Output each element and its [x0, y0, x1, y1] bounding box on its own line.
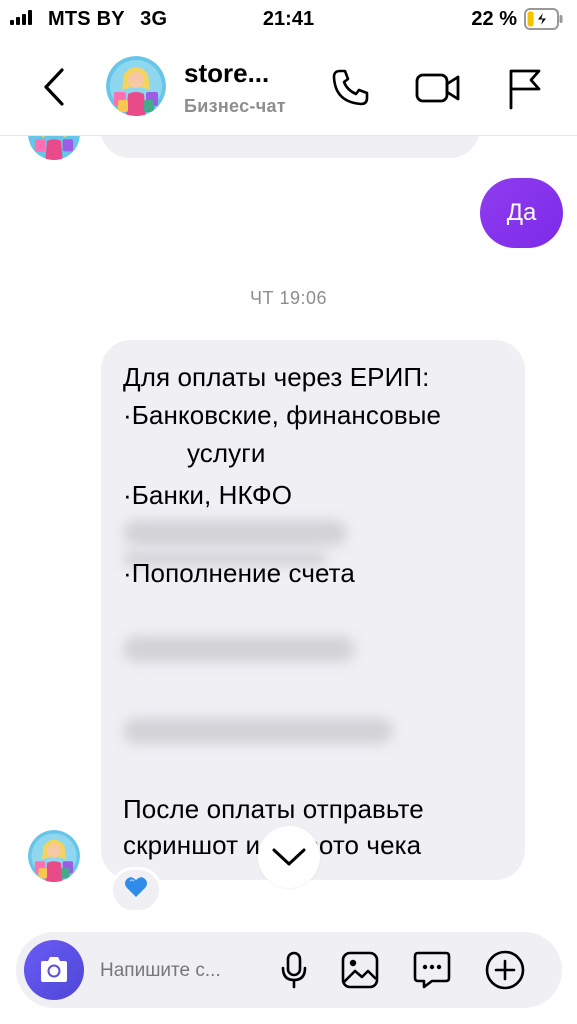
camera-icon [41, 957, 67, 982]
incoming-message[interactable]: Для оплаты через ЕРИП: ·Банковские, фина… [101, 340, 525, 880]
gallery-button[interactable] [336, 946, 384, 994]
microphone-icon [281, 951, 307, 989]
message-line: После оплаты отправьте [123, 794, 424, 824]
more-options-button[interactable] [481, 946, 529, 994]
message-timestamp: ЧТ 19:06 [249, 288, 328, 308]
battery-percent: 22 % [471, 8, 517, 30]
message-line: ·Банковские, финансовые [123, 400, 442, 430]
message-line: ·Пополнение счета [123, 558, 355, 588]
previous-message-bubble [100, 136, 480, 158]
message-line: услуги [187, 438, 266, 468]
avatar[interactable] [28, 830, 80, 882]
sticker-button[interactable] [408, 946, 456, 994]
chevron-down-icon [272, 848, 306, 866]
message-composer [16, 932, 562, 1008]
flag-icon [509, 69, 541, 110]
outgoing-message-text: Да [506, 199, 537, 226]
report-button[interactable] [497, 60, 553, 116]
status-bar: MTS BY 3G 21:41 22 % [0, 0, 577, 40]
camera-button[interactable] [24, 940, 84, 1000]
chat-header: store... Бизнес-чат [0, 40, 577, 136]
reaction-badge[interactable] [110, 867, 162, 913]
video-camera-icon [415, 73, 460, 103]
sticker-icon [413, 951, 451, 989]
avatar[interactable] [106, 56, 166, 116]
blurred-text [123, 636, 355, 662]
video-call-button[interactable] [410, 60, 466, 116]
blurred-text [123, 520, 347, 546]
call-button[interactable] [322, 60, 378, 116]
battery-charging-icon [524, 8, 564, 30]
phone-icon [332, 69, 369, 106]
blue-heart-icon [124, 876, 148, 904]
message-list[interactable]: Да ЧТ 19:06 Для оплаты через ЕРИП: ·Банк… [0, 136, 577, 926]
avatar [28, 136, 80, 160]
message-input[interactable] [100, 954, 250, 988]
message-line: ·Банки, НКФО [123, 480, 293, 510]
plus-icon [485, 950, 525, 990]
back-chevron-icon [44, 68, 64, 106]
scroll-to-bottom-button[interactable] [258, 826, 320, 888]
message-line: Для оплаты через ЕРИП: [123, 362, 430, 392]
chat-title[interactable]: store... [184, 58, 269, 89]
gallery-icon [341, 951, 379, 989]
blurred-text [123, 718, 393, 744]
voice-message-button[interactable] [270, 946, 318, 994]
chat-subtitle: Бизнес-чат [184, 96, 286, 116]
back-button[interactable] [36, 62, 72, 112]
outgoing-message[interactable]: Да [480, 178, 563, 248]
